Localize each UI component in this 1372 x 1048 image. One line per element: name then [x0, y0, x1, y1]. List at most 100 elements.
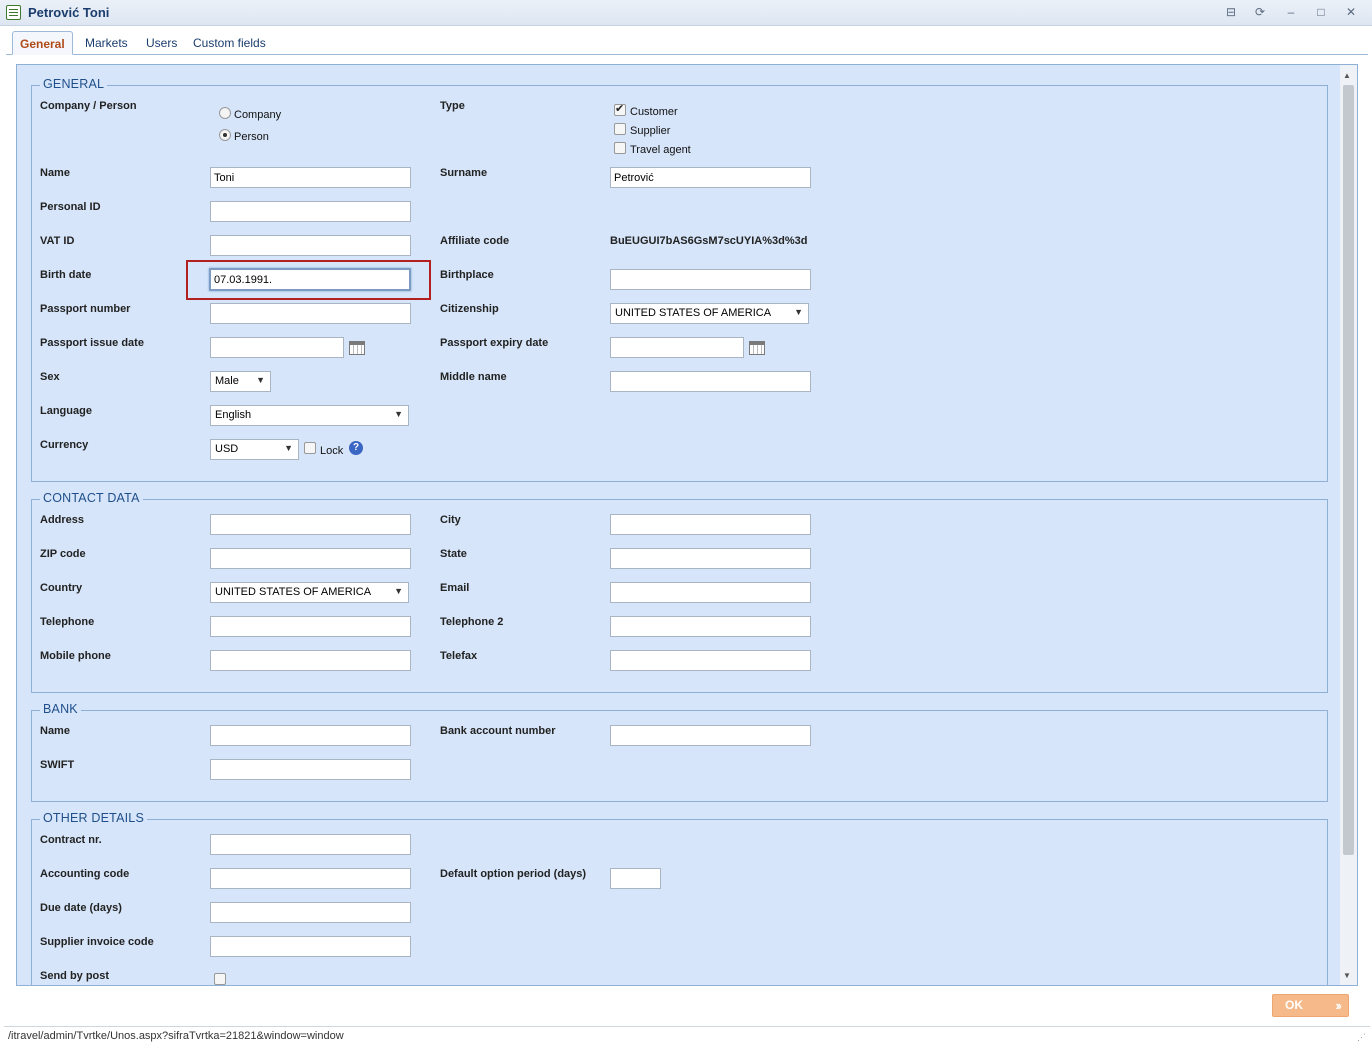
personal-id-input[interactable] [210, 201, 411, 222]
vat-id-label: VAT ID [40, 235, 75, 247]
language-value: English [215, 409, 252, 421]
bank-account-input[interactable] [610, 725, 811, 746]
telephone-label: Telephone [40, 616, 95, 628]
person-option-label: Person [234, 131, 269, 143]
status-url: /itravel/admin/Tvrtke/Unos.aspx?sifraTvr… [8, 1030, 344, 1042]
pin-icon[interactable]: ⊟ [1222, 4, 1240, 20]
email-label: Email [440, 582, 470, 594]
resize-grip-icon[interactable]: ⋰ [1357, 1032, 1366, 1043]
birthplace-input[interactable] [610, 269, 811, 290]
travel-agent-option-label: Travel agent [630, 144, 691, 156]
affiliate-code-label: Affiliate code [440, 235, 510, 247]
sex-select[interactable]: Male ▼ [210, 371, 271, 392]
send-by-post-checkbox[interactable] [214, 973, 226, 985]
tab-custom-fields[interactable]: Custom fields [186, 31, 273, 55]
company-option-label: Company [234, 109, 282, 121]
swift-label: SWIFT [40, 759, 75, 771]
vertical-scrollbar[interactable]: ▲ ▼ [1340, 65, 1357, 985]
ok-label: OK [1285, 998, 1303, 1012]
form-icon [6, 5, 21, 20]
supplier-invoice-input[interactable] [210, 936, 411, 957]
name-input[interactable] [210, 167, 411, 188]
ok-button[interactable]: OK ›› [1272, 994, 1349, 1017]
customer-checkbox[interactable] [614, 102, 626, 116]
currency-label: Currency [40, 439, 89, 451]
mobile-input[interactable] [210, 650, 411, 671]
travel-agent-checkbox[interactable] [614, 142, 626, 154]
chevron-down-icon: ▼ [394, 409, 403, 419]
city-input[interactable] [610, 514, 811, 535]
close-icon[interactable]: ✕ [1342, 4, 1360, 20]
person-radio[interactable] [219, 129, 231, 141]
passport-issue-date-input[interactable] [210, 337, 344, 358]
supplier-option-label: Supplier [630, 125, 671, 137]
birth-date-label: Birth date [40, 269, 92, 281]
passport-issue-date-label: Passport issue date [40, 337, 144, 349]
help-icon[interactable]: ? [349, 441, 363, 455]
zip-label: ZIP code [40, 548, 86, 560]
middle-name-input[interactable] [610, 371, 811, 392]
scrollbar-thumb[interactable] [1343, 85, 1354, 855]
zip-input[interactable] [210, 548, 411, 569]
contract-input[interactable] [210, 834, 411, 855]
state-label: State [440, 548, 467, 560]
telefax-input[interactable] [610, 650, 811, 671]
customer-option-label: Customer [630, 106, 678, 118]
bank-account-label: Bank account number [440, 725, 556, 737]
send-by-post-label: Send by post [40, 970, 110, 982]
citizenship-select[interactable]: UNITED STATES OF AMERICA ▼ [610, 303, 809, 324]
telephone2-input[interactable] [610, 616, 811, 637]
supplier-checkbox[interactable] [614, 123, 626, 135]
scroll-down-icon[interactable]: ▼ [1343, 971, 1351, 980]
chevron-down-icon: ▼ [256, 375, 265, 385]
lock-checkbox[interactable] [304, 442, 316, 454]
bank-name-label: Name [40, 725, 70, 737]
telephone-input[interactable] [210, 616, 411, 637]
currency-select[interactable]: USD ▼ [210, 439, 299, 460]
bank-name-input[interactable] [210, 725, 411, 746]
vat-id-input[interactable] [210, 235, 411, 256]
chevron-down-icon: ▼ [284, 443, 293, 453]
address-label: Address [40, 514, 85, 526]
tab-markets[interactable]: Markets [78, 31, 135, 55]
chevron-down-icon: ▼ [794, 307, 803, 317]
type-label: Type [440, 100, 465, 112]
address-input[interactable] [210, 514, 411, 535]
calendar-icon[interactable] [749, 341, 765, 355]
birth-date-input[interactable] [209, 268, 411, 291]
option-period-input[interactable] [610, 868, 661, 889]
calendar-icon[interactable] [349, 341, 365, 355]
contract-label: Contract nr. [40, 834, 102, 846]
mobile-label: Mobile phone [40, 650, 111, 662]
maximize-icon[interactable]: □ [1312, 4, 1330, 20]
email-input[interactable] [610, 582, 811, 603]
surname-input[interactable] [610, 167, 811, 188]
option-period-label: Default option period (days) [440, 868, 587, 880]
passport-number-input[interactable] [210, 303, 411, 324]
sex-label: Sex [40, 371, 60, 383]
swift-input[interactable] [210, 759, 411, 780]
bank-legend: BANK [40, 702, 81, 716]
country-select[interactable]: UNITED STATES OF AMERICA ▼ [210, 582, 409, 603]
form-panel: GENERAL Company / Person Company Person … [16, 64, 1358, 986]
other-legend: OTHER DETAILS [40, 811, 147, 825]
company-radio[interactable] [219, 107, 231, 119]
name-label: Name [40, 167, 70, 179]
lock-label: Lock [320, 445, 344, 457]
tab-general[interactable]: General [12, 31, 73, 55]
scroll-up-icon[interactable]: ▲ [1343, 71, 1351, 80]
accounting-input[interactable] [210, 868, 411, 889]
tab-users[interactable]: Users [139, 31, 184, 55]
refresh-icon[interactable]: ⟳ [1251, 4, 1269, 20]
minimize-icon[interactable]: – [1282, 4, 1300, 20]
state-input[interactable] [610, 548, 811, 569]
middle-name-label: Middle name [440, 371, 507, 383]
tab-bar: General Markets Users Custom fields [6, 29, 1368, 55]
due-date-input[interactable] [210, 902, 411, 923]
citizenship-value: UNITED STATES OF AMERICA [615, 307, 772, 319]
passport-expiry-date-input[interactable] [610, 337, 744, 358]
window-title: Petrović Toni [28, 5, 110, 20]
language-select[interactable]: English ▼ [210, 405, 409, 426]
accounting-label: Accounting code [40, 868, 130, 880]
due-date-label: Due date (days) [40, 902, 122, 914]
